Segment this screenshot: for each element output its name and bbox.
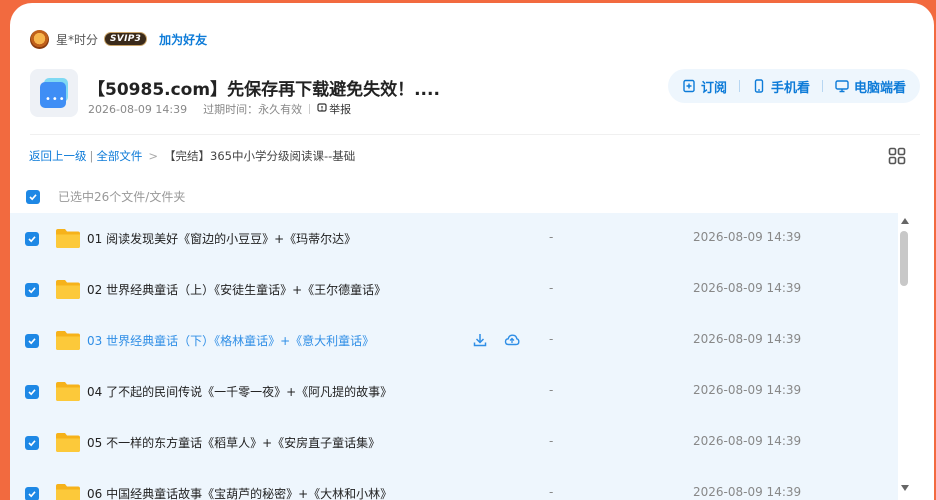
file-size: - [549, 281, 554, 295]
all-files-link[interactable]: 全部文件 [96, 148, 142, 164]
list-item[interactable]: 01 阅读发现美好《窗边的小豆豆》+《玛蒂尔达》 - 2026-08-09 14… [10, 213, 898, 264]
pc-view-label: 电脑端看 [853, 80, 906, 96]
list-item[interactable]: 03 世界经典童话（下）《格林童话》+《意大利童话》 - 2026-08-09 … [10, 315, 898, 366]
breadcrumb: 返回上一级 | 全部文件 > 【完结】365中小学分级阅读课--基础 [29, 148, 356, 164]
file-date: 2026-08-09 14:39 [693, 332, 802, 346]
file-list: 01 阅读发现美好《窗边的小豆豆》+《玛蒂尔达》 - 2026-08-09 14… [10, 213, 898, 500]
folder-icon [56, 229, 80, 248]
select-all-row: 已选中26个文件/文件夹 [26, 188, 185, 205]
file-name[interactable]: 05 不一样的东方童话《稻草人》+《安房直子童话集》 [87, 434, 380, 451]
back-link[interactable]: 返回上一级 [29, 148, 87, 164]
share-header: ••• 【50985.com】先保存再下载避免失效！.... 2026-08-0… [30, 69, 920, 123]
file-size: - [549, 485, 554, 499]
subscribe-icon [683, 79, 695, 93]
list-item[interactable]: 02 世界经典童话（上）《安徒生童话》+《王尔德童话》 - 2026-08-09… [10, 264, 898, 315]
pc-view-button[interactable]: 电脑端看 [835, 77, 906, 96]
cloud-save-icon[interactable] [504, 332, 520, 348]
share-file-icon: ••• [30, 69, 78, 117]
expire-value: 永久有效 [258, 103, 303, 116]
current-folder: 【完结】365中小学分级阅读课--基础 [164, 149, 356, 163]
report-button[interactable]: 举报 [317, 101, 351, 117]
report-icon [317, 102, 327, 116]
row-checkbox[interactable] [25, 334, 39, 348]
row-checkbox[interactable] [25, 487, 39, 500]
file-size: - [549, 434, 554, 448]
expire-label: 过期时间： [203, 103, 259, 116]
file-date: 2026-08-09 14:39 [693, 230, 802, 244]
scroll-up-arrow[interactable] [899, 216, 911, 226]
mobile-view-button[interactable]: 手机看 [752, 77, 810, 96]
share-meta: 2026-08-09 14:39 过期时间： 永久有效 举报 [88, 101, 351, 117]
row-checkbox[interactable] [25, 436, 39, 450]
sharer-name[interactable]: 星*时分 [56, 31, 98, 48]
file-name[interactable]: 02 世界经典童话（上）《安徒生童话》+《王尔德童话》 [87, 281, 386, 298]
sharer-info: 星*时分 SVIP3 加为好友 [30, 28, 207, 50]
svip-badge: SVIP3 [104, 32, 148, 46]
share-date: 2026-08-09 14:39 [88, 102, 188, 116]
mobile-view-label: 手机看 [770, 80, 810, 96]
file-size: - [549, 332, 554, 346]
row-checkbox[interactable] [25, 385, 39, 399]
file-size: - [549, 230, 554, 244]
subscribe-button[interactable]: 订阅 [682, 77, 727, 96]
subscribe-label: 订阅 [700, 80, 727, 96]
row-checkbox[interactable] [25, 232, 39, 246]
scroll-down-arrow[interactable] [899, 483, 911, 493]
file-date: 2026-08-09 14:39 [693, 383, 802, 397]
folder-icon [56, 382, 80, 401]
folder-icon [56, 331, 80, 350]
phone-icon [754, 79, 764, 93]
file-size: - [549, 383, 554, 397]
file-date: 2026-08-09 14:39 [693, 485, 802, 499]
file-name[interactable]: 04 了不起的民间传说《一千零一夜》+《阿凡提的故事》 [87, 383, 392, 400]
grid-view-icon[interactable] [888, 147, 906, 165]
share-page-card: 星*时分 SVIP3 加为好友 ••• 【50985.com】先保存再下载避免失… [10, 3, 934, 500]
view-actions: 订阅 手机看 电脑端看 [667, 69, 920, 103]
file-date: 2026-08-09 14:39 [693, 281, 802, 295]
file-name[interactable]: 06 中国经典童话故事《宝葫芦的秘密》+《大林和小林》 [87, 485, 392, 500]
add-friend-link[interactable]: 加为好友 [159, 31, 207, 48]
share-title: 【50985.com】先保存再下载避免失效！.... [88, 80, 440, 100]
report-label: 举报 [329, 103, 352, 116]
file-name[interactable]: 01 阅读发现美好《窗边的小豆豆》+《玛蒂尔达》 [87, 230, 356, 247]
header-divider [30, 134, 920, 135]
file-date: 2026-08-09 14:39 [693, 434, 802, 448]
file-name[interactable]: 03 世界经典童话（下）《格林童话》+《意大利童话》 [87, 332, 374, 349]
selection-count: 已选中26个文件/文件夹 [58, 190, 186, 204]
monitor-icon [835, 80, 849, 93]
folder-icon [56, 280, 80, 299]
download-icon[interactable] [472, 332, 488, 348]
list-item[interactable]: 06 中国经典童话故事《宝葫芦的秘密》+《大林和小林》 - 2026-08-09… [10, 468, 898, 500]
folder-icon [56, 484, 80, 500]
scrollbar-thumb[interactable] [900, 231, 908, 286]
folder-icon [56, 433, 80, 452]
list-item[interactable]: 04 了不起的民间传说《一千零一夜》+《阿凡提的故事》 - 2026-08-09… [10, 366, 898, 417]
meta-divider [309, 104, 311, 114]
avatar[interactable] [30, 29, 49, 49]
list-item[interactable]: 05 不一样的东方童话《稻草人》+《安房直子童话集》 - 2026-08-09 … [10, 417, 898, 468]
select-all-checkbox[interactable] [26, 189, 40, 204]
row-checkbox[interactable] [25, 283, 39, 297]
